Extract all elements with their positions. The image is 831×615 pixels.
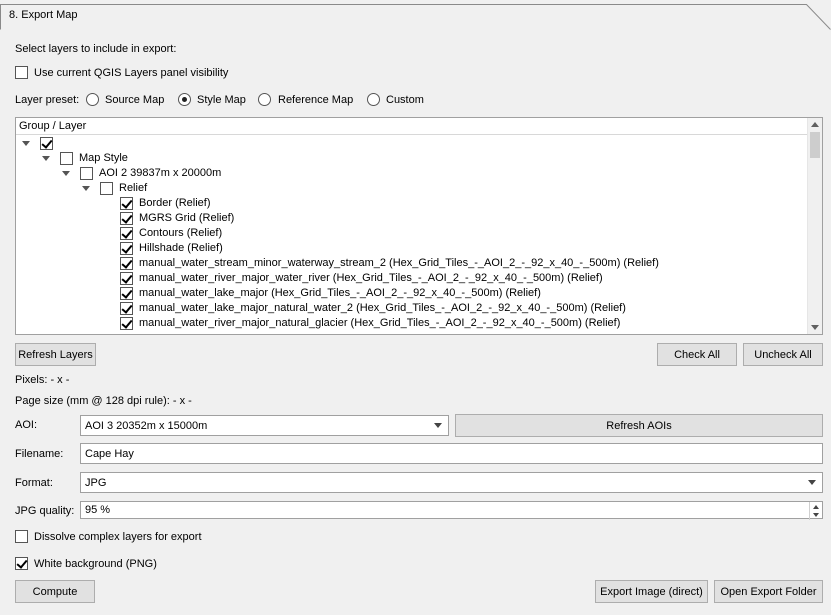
jpg-quality-value: 95 % (85, 504, 111, 516)
white-background-checkbox[interactable] (15, 557, 28, 570)
tree-row-layer[interactable]: MGRS Grid (Relief) (16, 211, 808, 226)
dissolve-label: Dissolve complex layers for export (34, 531, 202, 543)
aoi-select[interactable]: AOI 3 20352m x 15000m (80, 415, 449, 436)
tree-row-layer[interactable]: Hillshade (Relief) (16, 241, 808, 256)
tree-row-layer[interactable]: Border (Relief) (16, 196, 808, 211)
expand-arrow-icon[interactable] (62, 171, 70, 176)
tree-row-root[interactable] (16, 136, 808, 151)
tree-row-label: manual_water_lake_major_natural_water_2 … (139, 302, 626, 314)
refresh-aois-button[interactable]: Refresh AOIs (455, 414, 823, 437)
tree-row-checkbox[interactable] (80, 167, 93, 180)
tree-row-label: manual_water_river_major_water_river (He… (139, 272, 603, 284)
tree-row-checkbox[interactable] (120, 227, 133, 240)
tree-row-label: Hillshade (Relief) (139, 242, 223, 254)
section-title: 8. Export Map (9, 9, 78, 21)
layer-tree[interactable]: Group / Layer Map Style AOI 2 39837m x 2… (15, 117, 823, 335)
jpg-quality-label: JPG quality: (15, 505, 75, 517)
compute-button[interactable]: Compute (15, 580, 95, 603)
tree-scrollbar[interactable] (807, 118, 822, 334)
tree-row-checkbox[interactable] (120, 317, 133, 330)
tree-row-label: MGRS Grid (Relief) (139, 212, 235, 224)
dissolve-checkbox[interactable] (15, 530, 28, 543)
spin-down-icon[interactable] (813, 513, 819, 517)
scroll-down-icon[interactable] (811, 325, 819, 330)
uncheck-all-button[interactable]: Uncheck All (743, 343, 823, 366)
jpg-quality-spinbox[interactable]: 95 % (80, 501, 823, 520)
refresh-layers-button[interactable]: Refresh Layers (15, 343, 96, 366)
aoi-label: AOI: (15, 419, 38, 431)
tree-row-label: AOI 2 39837m x 20000m (99, 167, 222, 179)
expand-arrow-icon[interactable] (22, 141, 30, 146)
tree-row-layer[interactable]: Contours (Relief) (16, 226, 808, 241)
tree-row-checkbox[interactable] (40, 137, 53, 150)
pixels-readout: Pixels: - x - (15, 374, 70, 386)
preset-option-style-map: Style Map (197, 94, 246, 106)
filename-label: Filename: (15, 448, 64, 460)
tree-row-layer[interactable]: manual_water_lake_major (Hex_Grid_Tiles_… (16, 286, 808, 301)
format-label: Format: (15, 477, 53, 489)
use-visibility-checkbox[interactable] (15, 66, 28, 79)
tree-row-checkbox[interactable] (120, 212, 133, 225)
tree-row-checkbox[interactable] (100, 182, 113, 195)
tree-row-checkbox[interactable] (120, 197, 133, 210)
preset-option-reference-map: Reference Map (278, 94, 354, 106)
filename-value: Cape Hay (85, 447, 134, 460)
export-image-button[interactable]: Export Image (direct) (595, 580, 708, 603)
tree-row-map-style[interactable]: Map Style (16, 151, 808, 166)
tree-row-label: Relief (119, 182, 148, 194)
preset-radio-custom[interactable] (367, 93, 380, 106)
scroll-thumb[interactable] (810, 132, 820, 158)
tree-body: Map Style AOI 2 39837m x 20000m Relief B… (16, 136, 808, 334)
tab-outline (0, 4, 831, 30)
tree-row-layer[interactable]: manual_water_lake_major_natural_water_2 … (16, 301, 808, 316)
preset-option-source-map: Source Map (105, 94, 165, 106)
tree-row-label: Map Style (79, 152, 128, 164)
check-all-button[interactable]: Check All (657, 343, 737, 366)
white-background-label: White background (PNG) (34, 558, 157, 570)
preset-option-custom: Custom (386, 94, 424, 106)
spin-up-icon[interactable] (813, 505, 819, 509)
format-value: JPG (85, 476, 107, 489)
tree-row-checkbox[interactable] (60, 152, 73, 165)
tree-row-label: manual_water_lake_major (Hex_Grid_Tiles_… (139, 287, 541, 299)
tree-row-checkbox[interactable] (120, 287, 133, 300)
select-layers-label: Select layers to include in export: (15, 43, 177, 55)
tree-header: Group / Layer (16, 118, 808, 135)
tree-row-label: manual_water_stream_minor_waterway_strea… (139, 257, 659, 269)
tree-row-layer[interactable]: manual_water_river_major_water_river (He… (16, 271, 808, 286)
spin-buttons[interactable] (809, 502, 822, 520)
tree-row-checkbox[interactable] (120, 272, 133, 285)
tree-row-label: manual_water_river_major_natural_glacier… (139, 317, 621, 329)
tree-row-relief[interactable]: Relief (16, 181, 808, 196)
expand-arrow-icon[interactable] (42, 156, 50, 161)
open-export-folder-button[interactable]: Open Export Folder (714, 580, 823, 603)
format-select[interactable]: JPG (80, 472, 823, 493)
tree-row-layer[interactable]: manual_water_stream_minor_waterway_strea… (16, 256, 808, 271)
chevron-down-icon (434, 423, 442, 428)
preset-radio-style-map[interactable] (178, 93, 191, 106)
tree-row-label: Border (Relief) (139, 197, 211, 209)
section-tab: 8. Export Map (0, 0, 831, 30)
chevron-down-icon (808, 480, 816, 485)
tree-row-layer[interactable]: manual_water_river_major_natural_glacier… (16, 316, 808, 331)
tree-row-checkbox[interactable] (120, 257, 133, 270)
preset-radio-reference-map[interactable] (258, 93, 271, 106)
preset-label: Layer preset: (15, 94, 80, 106)
tree-row-label: Contours (Relief) (139, 227, 223, 239)
tree-row-checkbox[interactable] (120, 242, 133, 255)
aoi-value: AOI 3 20352m x 15000m (85, 419, 208, 432)
expand-arrow-icon[interactable] (82, 186, 90, 191)
page-size-readout: Page size (mm @ 128 dpi rule): - x - (15, 395, 192, 407)
preset-radio-source-map[interactable] (86, 93, 99, 106)
tree-row-aoi[interactable]: AOI 2 39837m x 20000m (16, 166, 808, 181)
scroll-up-icon[interactable] (811, 122, 819, 127)
filename-input[interactable]: Cape Hay (80, 443, 823, 464)
tree-row-checkbox[interactable] (120, 302, 133, 315)
use-visibility-label: Use current QGIS Layers panel visibility (34, 67, 229, 79)
